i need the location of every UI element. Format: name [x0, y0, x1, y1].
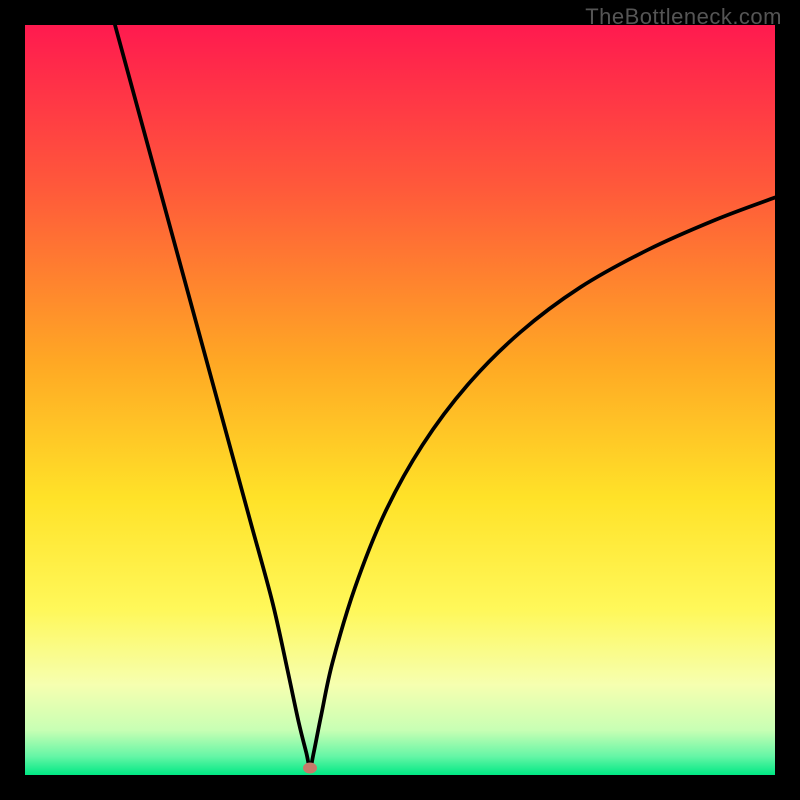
chart-frame: TheBottleneck.com — [0, 0, 800, 800]
optimum-marker-icon — [303, 762, 317, 773]
curve-layer — [25, 25, 775, 775]
watermark-text: TheBottleneck.com — [585, 4, 782, 30]
plot-area — [25, 25, 775, 775]
bottleneck-curve — [115, 25, 775, 768]
